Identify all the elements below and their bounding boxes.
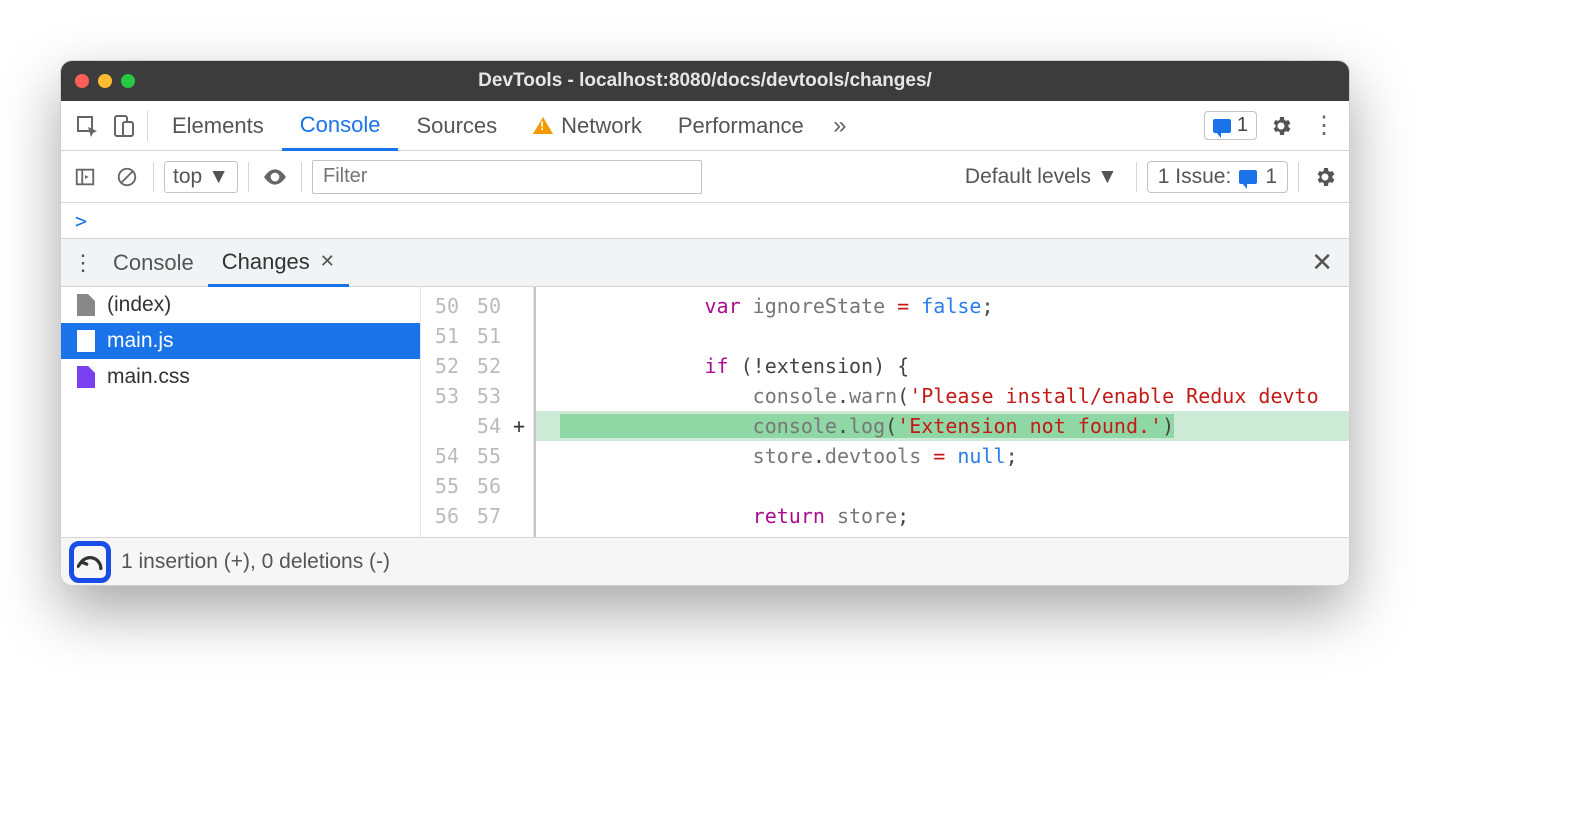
file-item-index[interactable]: (index) bbox=[61, 287, 420, 323]
diff-gutter: 505051515252535354+545555565657 bbox=[421, 287, 534, 537]
separator bbox=[147, 111, 148, 141]
close-tab-icon[interactable]: ✕ bbox=[320, 251, 335, 272]
file-item-main-css[interactable]: main.css bbox=[61, 359, 420, 395]
device-toggle-icon[interactable] bbox=[105, 108, 141, 144]
issues-button[interactable]: 1 Issue: 1 bbox=[1147, 161, 1288, 193]
file-item-main-js[interactable]: main.js bbox=[61, 323, 420, 359]
warning-icon bbox=[533, 117, 553, 134]
file-tree: (index) main.js main.css bbox=[61, 287, 421, 537]
changes-footer: 1 insertion (+), 0 deletions (-) bbox=[61, 537, 1349, 585]
issues-icon bbox=[1213, 119, 1231, 133]
close-drawer-icon[interactable]: ✕ bbox=[1301, 247, 1343, 278]
tab-sources[interactable]: Sources bbox=[398, 101, 515, 150]
code-line bbox=[536, 321, 1349, 351]
close-window-button[interactable] bbox=[75, 74, 89, 88]
issues-icon bbox=[1239, 170, 1257, 184]
page-icon bbox=[77, 294, 95, 316]
issues-count: 1 bbox=[1265, 165, 1277, 189]
kebab-menu-icon[interactable]: ⋮ bbox=[1305, 108, 1341, 144]
code-line: if (!extension) { bbox=[536, 351, 1349, 381]
code-line bbox=[536, 471, 1349, 501]
levels-select[interactable]: Default levels ▼ bbox=[957, 165, 1126, 189]
issues-count: 1 bbox=[1237, 114, 1248, 137]
code-line: console.warn('Please install/enable Redu… bbox=[536, 381, 1349, 411]
devtools-window: DevTools - localhost:8080/docs/devtools/… bbox=[60, 60, 1350, 586]
context-label: top bbox=[173, 165, 202, 189]
revert-button[interactable] bbox=[69, 541, 111, 583]
separator bbox=[301, 162, 302, 192]
code-line: store.devtools = null; bbox=[536, 441, 1349, 471]
context-select[interactable]: top ▼ bbox=[164, 161, 238, 193]
separator bbox=[1298, 162, 1299, 192]
issues-badge[interactable]: 1 bbox=[1204, 111, 1257, 140]
drawer-tab-changes-label: Changes bbox=[222, 249, 310, 275]
separator bbox=[153, 162, 154, 192]
titlebar: DevTools - localhost:8080/docs/devtools/… bbox=[61, 61, 1349, 101]
console-settings-icon[interactable] bbox=[1309, 161, 1341, 193]
sidebar-toggle-icon[interactable] bbox=[69, 161, 101, 193]
chevron-down-icon: ▼ bbox=[208, 165, 229, 189]
diff-code[interactable]: var ignoreState = false; if (!extension)… bbox=[534, 287, 1349, 537]
file-name: (index) bbox=[107, 293, 171, 317]
console-toolbar: top ▼ Default levels ▼ 1 Issue: 1 bbox=[61, 151, 1349, 203]
issues-label: 1 Issue: bbox=[1158, 165, 1232, 189]
code-line: var ignoreState = false; bbox=[536, 291, 1349, 321]
zoom-window-button[interactable] bbox=[121, 74, 135, 88]
tab-network[interactable]: Network bbox=[515, 101, 660, 150]
levels-label: Default levels bbox=[965, 165, 1091, 189]
changes-summary: 1 insertion (+), 0 deletions (-) bbox=[121, 550, 390, 574]
live-expressions-icon[interactable] bbox=[259, 161, 291, 193]
changes-body: (index) main.js main.css 505051515252535… bbox=[61, 287, 1349, 537]
settings-icon[interactable] bbox=[1263, 108, 1299, 144]
drawer-tab-console[interactable]: Console bbox=[99, 239, 208, 286]
code-line: return store; bbox=[536, 501, 1349, 531]
code-line: console.log('Extension not found.') bbox=[536, 411, 1349, 441]
minimize-window-button[interactable] bbox=[98, 74, 112, 88]
file-icon bbox=[77, 366, 95, 388]
separator bbox=[1136, 162, 1137, 192]
filter-input[interactable] bbox=[312, 160, 702, 194]
panel-tabs: Elements Console Sources Network Perform… bbox=[61, 101, 1349, 151]
clear-console-icon[interactable] bbox=[111, 161, 143, 193]
file-name: main.css bbox=[107, 365, 190, 389]
console-prompt[interactable]: > bbox=[61, 203, 1349, 239]
inspect-element-icon[interactable] bbox=[69, 108, 105, 144]
window-title: DevTools - localhost:8080/docs/devtools/… bbox=[478, 70, 932, 92]
file-icon bbox=[77, 330, 95, 352]
drawer-tab-changes[interactable]: Changes ✕ bbox=[208, 240, 349, 287]
drawer-menu-icon[interactable]: ⋮ bbox=[67, 250, 99, 276]
file-name: main.js bbox=[107, 329, 174, 353]
tab-network-label: Network bbox=[561, 113, 642, 139]
tab-console[interactable]: Console bbox=[282, 102, 399, 151]
separator bbox=[248, 162, 249, 192]
tab-elements[interactable]: Elements bbox=[154, 101, 282, 150]
tab-performance[interactable]: Performance bbox=[660, 101, 822, 150]
traffic-lights bbox=[75, 74, 135, 88]
drawer-tabs: ⋮ Console Changes ✕ ✕ bbox=[61, 239, 1349, 287]
more-tabs-button[interactable]: » bbox=[822, 108, 858, 144]
diff-view: 505051515252535354+545555565657 var igno… bbox=[421, 287, 1349, 537]
chevron-down-icon: ▼ bbox=[1097, 165, 1118, 189]
